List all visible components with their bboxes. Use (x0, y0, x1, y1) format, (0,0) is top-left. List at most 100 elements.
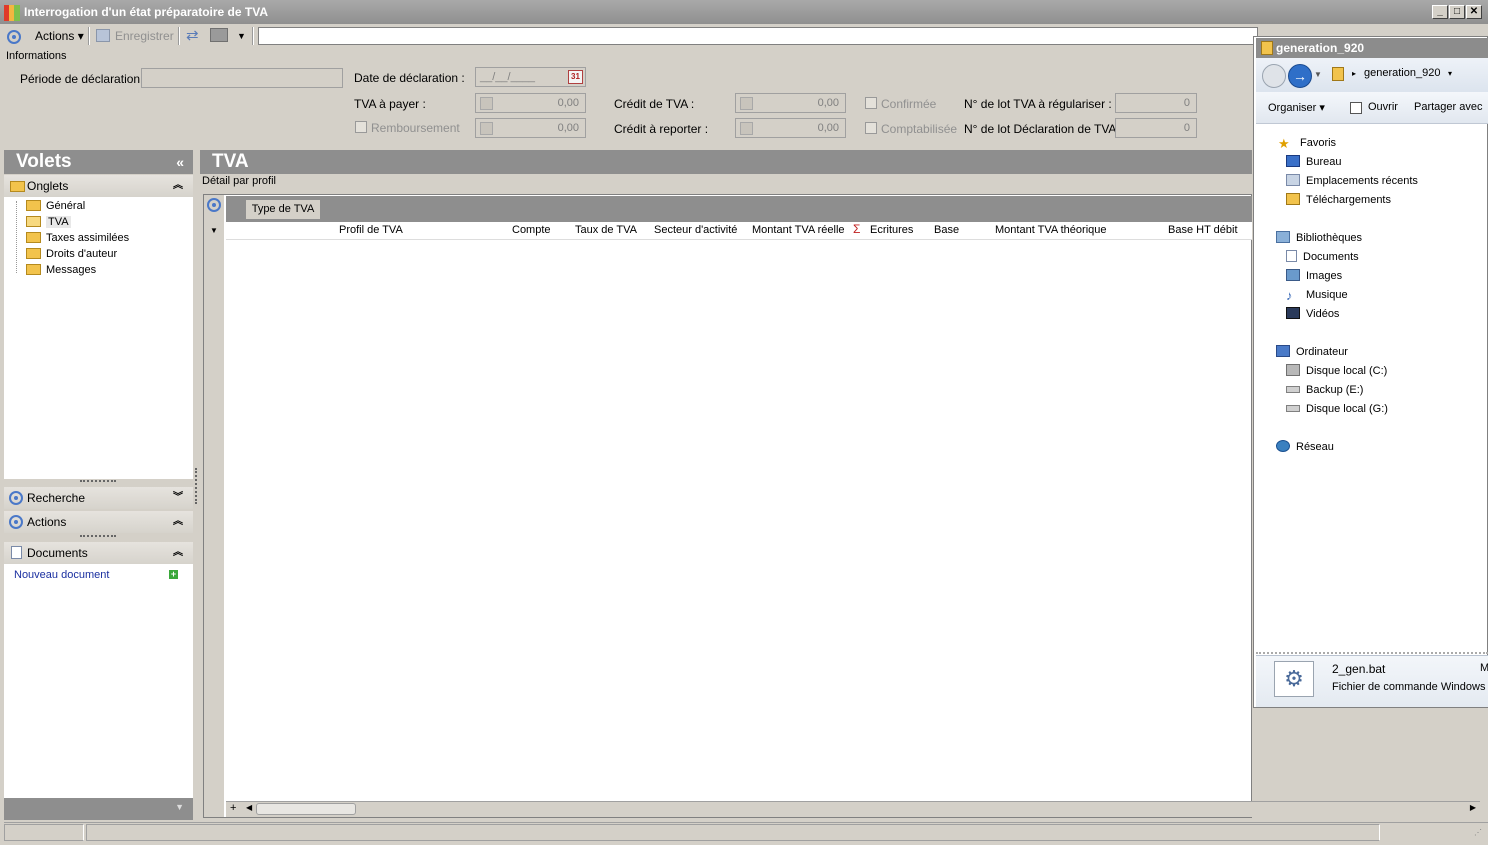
tree-item-droits-auteur[interactable]: Droits d'auteur (26, 246, 117, 262)
back-icon[interactable] (1262, 64, 1286, 88)
nav-emplacements-recents[interactable]: Emplacements récents (1286, 173, 1418, 189)
tree-item-tva[interactable]: TVA (26, 214, 71, 230)
type-tva-group-button[interactable]: Type de TVA (246, 200, 320, 219)
downloads-icon (1286, 193, 1300, 205)
column-base-ht-debit[interactable]: Base HT débit (1168, 224, 1238, 236)
column-montant-theorique[interactable]: Montant TVA théorique (995, 224, 1107, 236)
comptabilisee-checkbox[interactable] (865, 122, 877, 134)
nav-telechargements[interactable]: Téléchargements (1286, 192, 1391, 208)
periode-field[interactable] (141, 68, 343, 88)
ouvrir-button[interactable]: Ouvrir (1368, 101, 1398, 113)
save-button[interactable]: Enregistrer (96, 28, 174, 44)
folder-icon (1261, 41, 1273, 55)
horizontal-scrollbar[interactable]: + ◀ ▶ (226, 801, 1480, 817)
documents-icon (1286, 250, 1297, 262)
options-icon[interactable] (7, 28, 21, 44)
column-ecritures[interactable]: Ecritures (870, 224, 913, 236)
resize-grip-icon[interactable]: ⋰ (1474, 828, 1482, 837)
tree-item-messages[interactable]: Messages (26, 262, 96, 278)
column-taux[interactable]: Taux de TVA (575, 224, 637, 236)
tree-item-general[interactable]: Général (26, 198, 85, 214)
search-input[interactable] (258, 27, 1258, 45)
vertical-splitter-grip[interactable] (195, 468, 198, 504)
nav-images[interactable]: Images (1286, 268, 1342, 284)
separator (178, 27, 180, 45)
lot-declaration-value: 0 (1183, 122, 1190, 134)
lot-declaration-label: N° de lot Déclaration de TVA : (964, 122, 1123, 136)
nav-drive-g[interactable]: Disque local (G:) (1286, 401, 1388, 417)
minimize-button[interactable]: _ (1432, 5, 1448, 19)
star-icon: ★ (1278, 136, 1290, 151)
onglets-section-header[interactable]: Onglets ︽ (4, 175, 193, 197)
breadcrumb-folder[interactable]: generation_920 (1364, 67, 1440, 79)
chevron-up-icon[interactable]: ︽ (173, 511, 183, 533)
add-icon[interactable]: + (169, 570, 178, 579)
remboursement-value: 0,00 (557, 122, 579, 134)
chevron-down-icon[interactable]: ︾ (173, 487, 183, 509)
print-icon[interactable] (210, 28, 228, 44)
lot-regulariser-label: N° de lot TVA à régulariser : (964, 97, 1112, 111)
tree-item-taxes-assimilees[interactable]: Taxes assimilées (26, 230, 129, 246)
onglets-label: Onglets (27, 179, 69, 193)
documents-panel: Nouveau document + (4, 564, 193, 798)
grid-options-icon[interactable] (207, 198, 221, 212)
nav-drive-c[interactable]: Disque local (C:) (1286, 363, 1387, 379)
periode-label: Période de déclaration : (20, 72, 147, 86)
splitter-grip[interactable] (80, 480, 116, 483)
refresh-icon[interactable]: ⇄ (186, 28, 199, 44)
network-icon (1276, 440, 1290, 452)
chevron-up-icon[interactable]: ︽ (173, 542, 183, 564)
column-secteur[interactable]: Secteur d'activité (654, 224, 737, 236)
tree-item-label: Droits d'auteur (46, 248, 118, 260)
nav-documents[interactable]: Documents (1286, 249, 1359, 265)
calendar-icon[interactable]: 31 (568, 70, 583, 84)
documents-section-header[interactable]: Documents ︽ (4, 542, 193, 564)
column-montant-reelle[interactable]: Montant TVA réelle (752, 224, 845, 236)
column-base[interactable]: Base (934, 224, 959, 236)
scroll-right-icon[interactable]: ▶ (1470, 803, 1476, 812)
scroll-left-icon[interactable]: ◀ (246, 803, 252, 812)
nav-bibliotheques[interactable]: Bibliothèques (1276, 230, 1362, 246)
collapse-pane-icon[interactable]: « (176, 150, 184, 174)
chevron-down-icon[interactable]: ▼ (175, 802, 184, 812)
forward-icon[interactable]: → (1288, 64, 1312, 88)
recherche-section-header[interactable]: Recherche ︾ (4, 487, 193, 509)
partager-button[interactable]: Partager avec (1414, 101, 1482, 113)
title-bar: Interrogation d'un état préparatoire de … (0, 0, 1488, 24)
nav-musique[interactable]: ♪ Musique (1286, 287, 1348, 303)
confirmee-label: Confirmée (881, 97, 937, 111)
breadcrumb-dropdown-icon[interactable]: ▾ (1448, 69, 1452, 78)
folder-icon (1332, 67, 1344, 81)
desktop-icon (1286, 155, 1300, 167)
nav-ordinateur[interactable]: Ordinateur (1276, 344, 1348, 360)
documents-label: Documents (27, 546, 88, 560)
new-document-link[interactable]: Nouveau document (14, 569, 109, 581)
nav-favoris[interactable]: ★ Favoris (1278, 135, 1336, 151)
chevron-up-icon[interactable]: ︽ (173, 175, 183, 197)
expand-icon[interactable]: ▼ (210, 226, 218, 235)
close-button[interactable]: ✕ (1466, 5, 1482, 19)
actions-menu-button[interactable]: Actions ▾ (35, 28, 84, 44)
actions-section-header[interactable]: Actions ︽ (4, 511, 193, 533)
add-row-icon[interactable]: + (230, 802, 236, 814)
confirmee-checkbox[interactable] (865, 97, 877, 109)
date-field[interactable]: __/__/____ 31 (475, 67, 586, 87)
column-profil[interactable]: Profil de TVA (339, 224, 403, 236)
column-compte[interactable]: Compte (512, 224, 551, 236)
remboursement-checkbox[interactable] (355, 121, 367, 133)
splitter-grip[interactable] (80, 535, 116, 538)
nav-bureau[interactable]: Bureau (1286, 154, 1341, 170)
history-dropdown-icon[interactable]: ▼ (1314, 70, 1322, 79)
organiser-button[interactable]: Organiser ▾ (1268, 101, 1325, 114)
folder-icon (26, 248, 41, 259)
print-dropdown-icon[interactable]: ▼ (237, 28, 246, 44)
maximize-button[interactable]: □ (1449, 5, 1465, 19)
documents-lib-label: Documents (1303, 251, 1359, 263)
scrollbar-thumb[interactable] (256, 803, 356, 815)
nav-drive-e[interactable]: Backup (E:) (1286, 382, 1363, 398)
credit-reporter-field: 0,00 (735, 118, 846, 138)
breadcrumb-arrow-icon[interactable]: ▸ (1352, 69, 1356, 78)
nav-videos[interactable]: Vidéos (1286, 306, 1339, 322)
nav-reseau[interactable]: Réseau (1276, 439, 1334, 455)
credit-tva-value: 0,00 (817, 97, 839, 109)
